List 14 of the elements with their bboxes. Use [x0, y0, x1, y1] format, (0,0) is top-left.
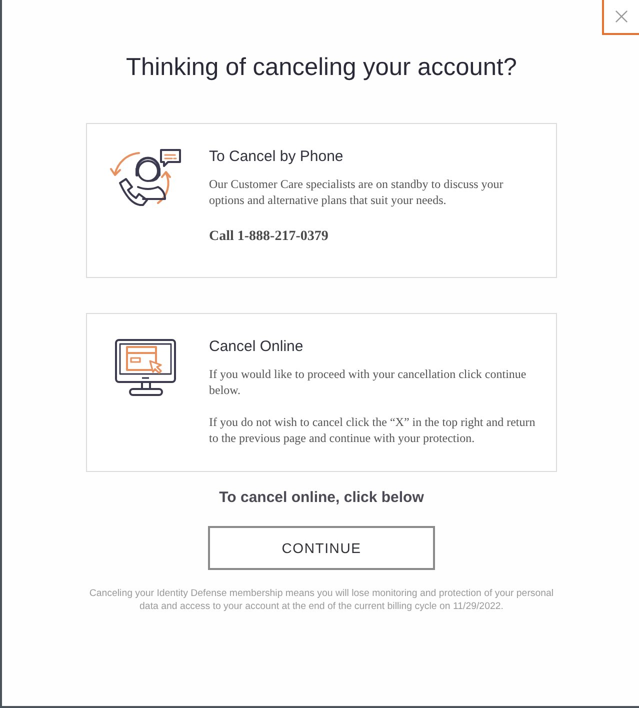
option-description: If you do not wish to cancel click the “X” in the top right and return to the previous page and continue with your protection. [209, 414, 536, 446]
option-heading: Cancel Online [209, 338, 304, 356]
close-icon [615, 10, 628, 23]
option-heading: To Cancel by Phone [209, 148, 344, 166]
option-description: Our Customer Care specialists are on standby to discuss your options and alternative plans that suit your needs. [209, 176, 504, 208]
close-button[interactable] [602, 0, 639, 35]
dialog-title: Thinking of canceling your account? [126, 54, 517, 82]
computer-monitor-icon [115, 339, 177, 397]
continue-prompt: To cancel online, click below [219, 489, 424, 507]
continue-button[interactable]: CONTINUE [208, 526, 435, 570]
disclaimer-text: Canceling your Identity Defense membership means you will lose monitoring and protection of your personal data and access to your account at the end of the current billing cycle on 11/29/2022. [88, 587, 555, 613]
phone-number-text: Call 1-888-217-0379 [209, 228, 330, 246]
headset-agent-icon [110, 149, 182, 207]
option-description: If you would like to proceed with your cancellation click continue below. [209, 366, 528, 398]
